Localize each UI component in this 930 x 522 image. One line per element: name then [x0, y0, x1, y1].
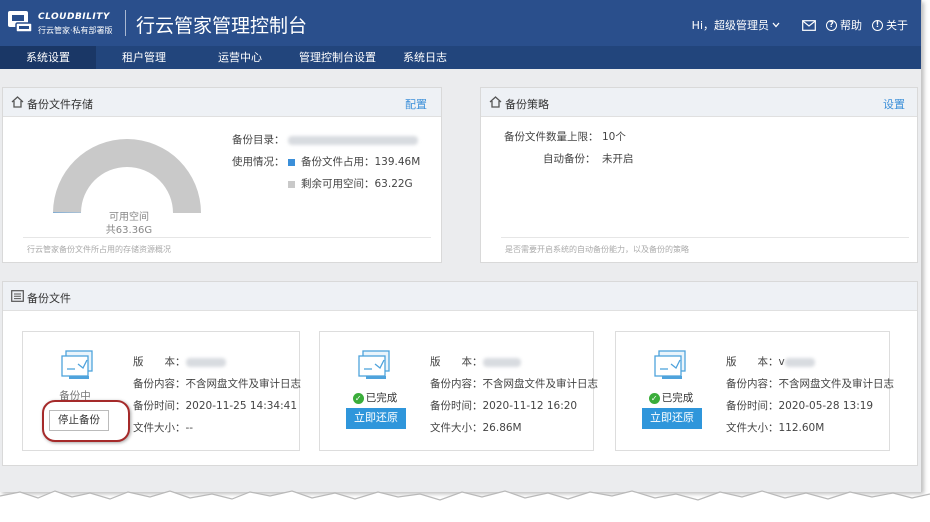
- status-text: 已完成: [365, 392, 398, 404]
- backup-dir-label: 备份目录：: [232, 134, 285, 146]
- backup-card: ✓ 已完成 立即还原 版 本：v 备份内容：不含网盘文件及审计日志 备份时间：20…: [615, 331, 894, 451]
- torn-edge-decoration: [0, 490, 930, 522]
- file-size: 文件大小：--: [133, 422, 194, 434]
- logo: CLOUDBILITY 行云管家·私有部署版: [8, 8, 118, 38]
- nav-item-system-logs[interactable]: 系统日志: [403, 46, 467, 69]
- backup-policy-panel: 备份策略 设置 备份文件数量上限： 10个 自动备份： 未开启 是否需要开启系统…: [480, 87, 918, 263]
- logo-text-en: CLOUDBILITY: [38, 12, 110, 22]
- backup-dir-row: 备份目录：: [232, 132, 418, 147]
- backup-content: 备份内容：不含网盘文件及审计日志: [726, 378, 894, 390]
- top-header: CLOUDBILITY 行云管家·私有部署版 行云管家管理控制台 Hi，超级管理…: [0, 0, 921, 46]
- version-prefix: v: [778, 356, 785, 368]
- main-nav: 系统设置 租户管理 运营中心 管理控制台设置 系统日志: [0, 46, 921, 69]
- user-menu[interactable]: Hi，超级管理员: [692, 17, 780, 33]
- backup-status: ✓ 已完成: [320, 390, 430, 405]
- messages-button[interactable]: [802, 19, 816, 31]
- about-button[interactable]: ! 关于: [872, 17, 908, 33]
- auto-backup-label: 自动备份：: [543, 153, 596, 165]
- panel-header: 备份策略 设置: [481, 88, 917, 117]
- policy-hint: 是否需要开启系统的自动备份能力，以及备份的策略: [505, 245, 689, 254]
- panel-title: 备份文件存储: [27, 98, 93, 111]
- backup-content: 备份内容：不含网盘文件及审计日志: [133, 378, 301, 390]
- backup-card: 备份中 停止备份 版 本： 备份内容：不含网盘文件及审计日志 备份时间：2020…: [22, 331, 301, 451]
- app-title: 行云管家管理控制台: [136, 15, 308, 37]
- check-circle-icon: ✓: [352, 392, 364, 404]
- storage-gauge: [53, 138, 201, 213]
- backup-dir-value-redacted: [287, 135, 418, 145]
- nav-item-tenant-management[interactable]: 租户管理: [96, 46, 193, 69]
- status-text: 已完成: [661, 392, 694, 404]
- backup-storage-panel: 备份文件存储 配置 可用空间 共63.36G 备份目录： 使用情况： 备份文件占…: [2, 87, 442, 263]
- backup-status: ✓ 已完成: [616, 390, 726, 405]
- settings-link[interactable]: 设置: [883, 96, 905, 112]
- logo-icon: [8, 11, 33, 33]
- stop-backup-button[interactable]: 停止备份: [49, 410, 109, 431]
- max-files-label: 备份文件数量上限：: [504, 131, 599, 143]
- file-size: 文件大小：112.60M: [726, 422, 825, 434]
- mail-icon: [802, 19, 816, 31]
- check-circle-icon: ✓: [648, 392, 660, 404]
- logo-text-cn: 行云管家·私有部署版: [38, 26, 113, 35]
- usage-free-row: 剩余可用空间：63.22G: [288, 176, 413, 191]
- backup-time: 备份时间：2020-11-25 14:34:41: [133, 400, 298, 412]
- backup-content: 备份内容：不含网盘文件及审计日志: [430, 378, 598, 390]
- version-value-redacted: [784, 357, 815, 367]
- nav-item-system-settings[interactable]: 系统设置: [0, 46, 96, 69]
- version-label: 版 本：: [726, 356, 779, 368]
- gauge-total: 共63.36G: [105, 225, 153, 236]
- backup-file-icon: [61, 350, 93, 379]
- version-value-redacted: [482, 357, 521, 367]
- list-icon: [11, 290, 24, 302]
- help-icon: ?: [826, 19, 837, 31]
- usage-label: 使用情况：: [232, 156, 285, 168]
- free-legend: 剩余可用空间：63.22G: [301, 178, 413, 190]
- version-value-redacted: [185, 357, 226, 367]
- info-icon: !: [872, 19, 883, 31]
- restore-button[interactable]: 立即还原: [642, 408, 702, 429]
- panel-divider: [501, 237, 909, 238]
- backup-file-icon: [358, 350, 390, 379]
- backup-time: 备份时间：2020-05-28 13:19: [726, 400, 874, 412]
- auto-backup-value: 未开启: [602, 153, 634, 165]
- used-legend-swatch: [288, 158, 295, 166]
- panel-title: 备份文件: [27, 292, 71, 305]
- free-legend-swatch: [288, 180, 295, 188]
- version-row: 版 本：: [133, 354, 226, 369]
- backup-file-icon: [654, 350, 686, 379]
- panel-header: 备份文件存储 配置: [3, 88, 441, 117]
- help-button[interactable]: ? 帮助: [826, 17, 862, 33]
- app-window: CLOUDBILITY 行云管家·私有部署版 行云管家管理控制台 Hi，超级管理…: [0, 0, 922, 492]
- usage-used-row: 备份文件占用：139.46M: [288, 154, 420, 169]
- help-label: 帮助: [840, 19, 862, 32]
- version-row: 版 本：: [430, 354, 521, 369]
- nav-item-console-settings[interactable]: 管理控制台设置: [288, 46, 403, 69]
- chevron-down-icon: [772, 22, 780, 28]
- restore-button[interactable]: 立即还原: [346, 408, 406, 429]
- config-link[interactable]: 配置: [405, 96, 427, 112]
- backup-card: ✓ 已完成 立即还原 版 本： 备份内容：不含网盘文件及审计日志 备份时间：202…: [319, 331, 598, 451]
- panel-divider: [23, 237, 431, 238]
- version-label: 版 本：: [430, 356, 483, 368]
- version-label: 版 本：: [133, 356, 186, 368]
- max-files-value: 10个: [602, 131, 626, 143]
- storage-hint: 行云管家备份文件所占用的存储资源概况: [27, 245, 171, 254]
- version-row: 版 本：v: [726, 354, 815, 369]
- nav-item-operations-center[interactable]: 运营中心: [193, 46, 288, 69]
- panel-title: 备份策略: [505, 98, 549, 111]
- header-divider: [125, 10, 126, 36]
- user-greeting: Hi，超级管理员: [691, 19, 769, 32]
- home-icon: [11, 96, 24, 108]
- panel-header: 备份文件: [3, 282, 917, 311]
- used-legend: 备份文件占用：139.46M: [301, 156, 421, 168]
- header-actions: Hi，超级管理员 ? 帮助 ! 关于: [692, 17, 908, 33]
- file-size: 文件大小：26.86M: [430, 422, 522, 434]
- home-icon: [489, 96, 502, 108]
- backup-time: 备份时间：2020-11-12 16:20: [430, 400, 578, 412]
- about-label: 关于: [886, 19, 908, 32]
